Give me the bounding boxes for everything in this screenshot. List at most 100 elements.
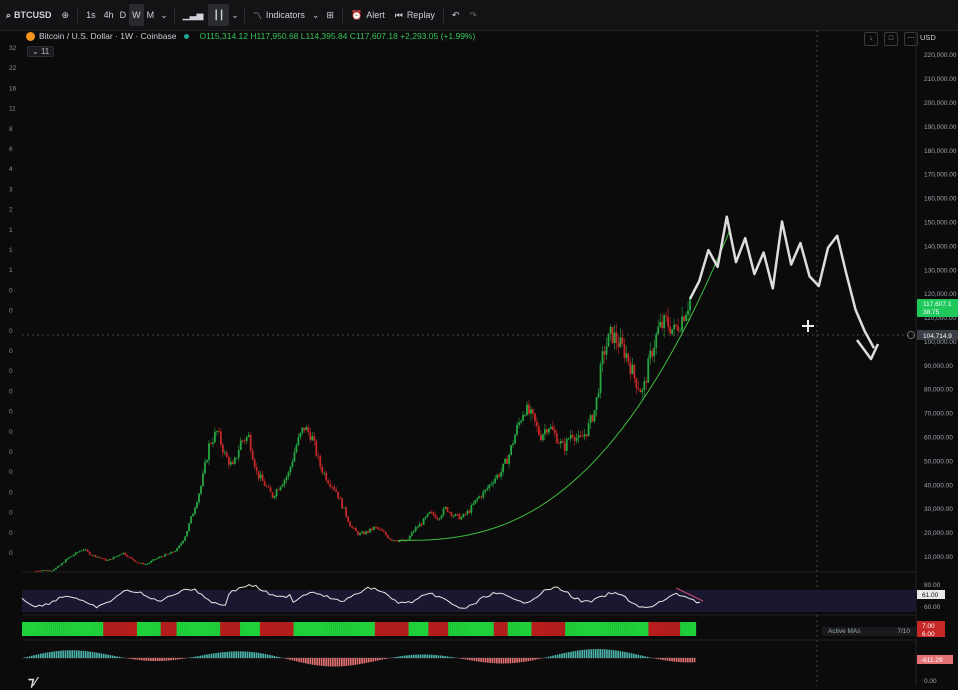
macd-bar: [402, 656, 404, 658]
macd-bar: [480, 658, 482, 662]
macd-bar: [206, 654, 208, 658]
ma-ribbon-bar: [563, 622, 565, 636]
candle-body: [361, 532, 363, 533]
ma-ribbon-bar: [129, 622, 131, 636]
ma-ribbon-bar: [139, 622, 141, 636]
ma-ribbon-bar: [44, 622, 46, 636]
ma-ribbon-bar: [522, 622, 524, 636]
ma-ribbon-bar: [658, 622, 660, 636]
candle-body: [152, 559, 154, 561]
ma-ribbon-bar: [526, 622, 528, 636]
macd-bar: [617, 651, 619, 658]
candle-body: [51, 571, 53, 572]
macd-bar: [332, 658, 334, 667]
macd-bar: [53, 651, 55, 658]
candle-body: [129, 557, 131, 558]
ma-ribbon-bar: [605, 622, 607, 636]
candle-body: [282, 485, 284, 487]
ma-ribbon-bar: [415, 622, 417, 636]
macd-bar: [85, 651, 87, 658]
ma-ribbon-bar: [147, 622, 149, 636]
candle-body: [689, 299, 691, 311]
candle-body: [610, 327, 612, 334]
rsi-band: [22, 590, 916, 612]
ma-ribbon-bar: [422, 622, 424, 636]
candle-body: [596, 397, 598, 410]
macd-bar: [146, 658, 148, 661]
candle-body: [439, 518, 441, 519]
candle-body: [172, 552, 174, 553]
macd-bar: [624, 652, 626, 658]
macd-bar: [444, 656, 446, 658]
candle-body: [500, 472, 502, 477]
candle-body: [554, 430, 556, 433]
ma-ribbon-bar: [644, 622, 646, 636]
macd-bar: [581, 650, 583, 658]
candle-body: [631, 365, 633, 374]
macd-bar: [242, 651, 244, 658]
candle-body: [447, 507, 449, 512]
ma-ribbon-bar: [533, 622, 535, 636]
candle-body: [136, 562, 138, 563]
ma-ribbon-bar: [411, 622, 413, 636]
candle-body: [248, 435, 250, 437]
ma-ribbon-bar: [416, 622, 418, 636]
candle-body: [214, 432, 216, 442]
macd-bar: [557, 655, 559, 658]
ma-ribbon-bar: [185, 622, 187, 636]
macd-bar: [215, 653, 217, 658]
candle-body: [341, 498, 343, 508]
candle-body: [210, 443, 212, 444]
ma-ribbon-bar: [246, 622, 248, 636]
candle-body: [445, 507, 447, 509]
macd-bar: [381, 658, 383, 660]
ma-ribbon-bar: [143, 622, 145, 636]
left-tick-label: 0: [9, 469, 13, 476]
ma-ribbon-bar: [335, 622, 337, 636]
macd-bar: [386, 658, 388, 659]
macd-bar: [406, 655, 408, 658]
macd-bar: [130, 658, 132, 659]
macd-bar: [128, 658, 130, 659]
ma-ribbon-bar: [506, 622, 508, 636]
candle-body: [309, 432, 311, 440]
ma-ribbon-bar: [599, 622, 601, 636]
ma-ribbon-bar: [391, 622, 393, 636]
candle-body: [303, 428, 305, 431]
candle-body: [240, 440, 242, 450]
ma-ribbon-bar: [260, 622, 262, 636]
candle-body: [296, 445, 298, 452]
macd-bar: [69, 650, 71, 658]
candle-body: [121, 554, 123, 555]
left-tick-label: 0: [9, 550, 13, 557]
macd-bar: [278, 657, 280, 658]
ma-ribbon-bar: [353, 622, 355, 636]
macd-bar: [26, 657, 28, 658]
candle-body: [425, 517, 427, 519]
ma-ribbon-bar: [264, 622, 266, 636]
candle-body: [39, 571, 41, 572]
ma-ribbon-bar: [339, 622, 341, 636]
candle-body: [236, 458, 238, 459]
candle-body: [614, 332, 616, 343]
price-chart[interactable]: 220,000.00210,000.00200,000.00190,000.00…: [0, 0, 958, 686]
candle-body: [627, 354, 629, 362]
macd-bar: [244, 652, 246, 658]
ma-ribbon-bar: [470, 622, 472, 636]
ma-ribbon-bar: [307, 622, 309, 636]
tradingview-logo[interactable]: ⁊⁄: [28, 674, 37, 690]
macd-bar: [384, 658, 386, 659]
ma-ribbon-bar: [54, 622, 56, 636]
ma-ribbon-bar: [452, 622, 454, 636]
candle-body: [385, 532, 387, 535]
candle-body: [538, 426, 540, 435]
ma-ribbon-bar: [609, 622, 611, 636]
ma-ribbon-bar: [379, 622, 381, 636]
macd-bar: [101, 653, 103, 658]
macd-bar: [170, 658, 172, 660]
left-tick-label: 6: [9, 146, 13, 153]
ma-ribbon-bar: [28, 622, 30, 636]
macd-bar: [199, 656, 201, 658]
candle-body: [526, 405, 528, 415]
ma-ribbon-bar: [389, 622, 391, 636]
